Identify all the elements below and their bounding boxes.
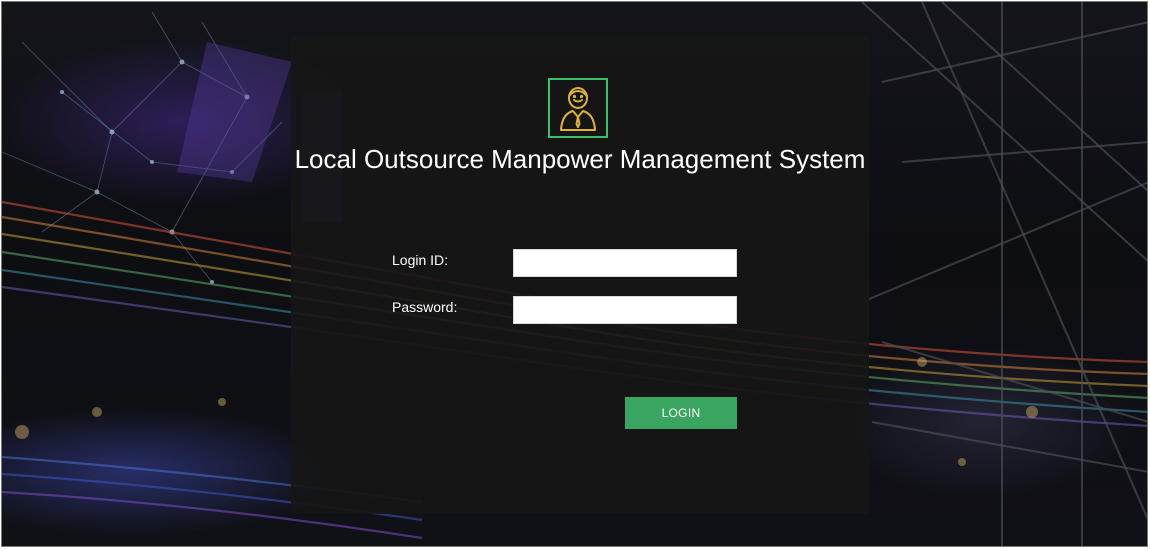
login-page: Local Outsource Manpower Management Syst… xyxy=(1,1,1148,547)
user-avatar-icon xyxy=(560,87,596,131)
logo xyxy=(548,78,608,138)
page-title-text: Local Outsource Manpower Management Syst… xyxy=(294,144,866,174)
password-input[interactable] xyxy=(513,296,737,324)
login-panel: Local Outsource Manpower Management Syst… xyxy=(291,36,869,514)
login-button[interactable]: LOGIN xyxy=(625,397,737,429)
password-label: Password: xyxy=(392,299,458,315)
login-id-label: Login ID: xyxy=(392,252,449,268)
page-title: Local Outsource Manpower Management Syst… xyxy=(291,144,869,175)
login-id-input[interactable] xyxy=(513,249,737,277)
